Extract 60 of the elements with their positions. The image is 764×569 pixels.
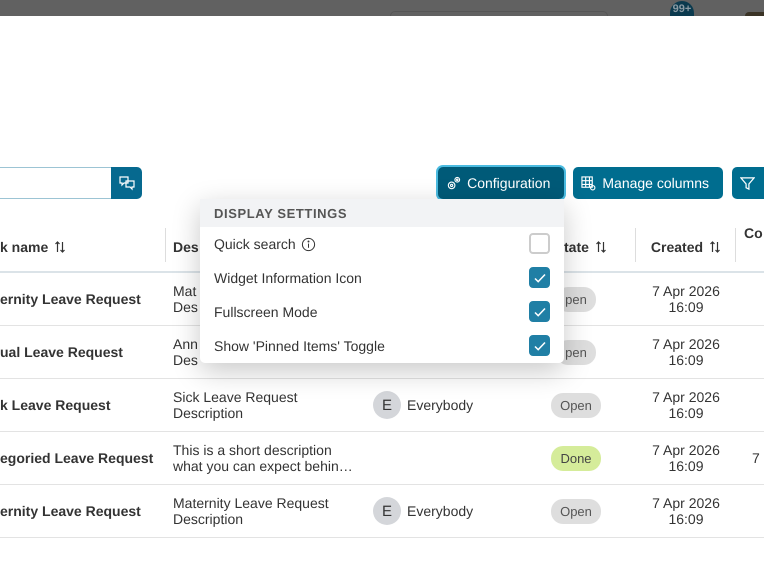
table-gear-icon: [581, 176, 596, 190]
state-badge: Open: [551, 392, 601, 418]
created-date: 7 Apr 2026: [652, 283, 720, 299]
description-text: Description: [173, 511, 244, 527]
column-header[interactable]: k name: [0, 238, 66, 254]
setting-label: Fullscreen Mode: [214, 304, 318, 320]
configuration-button[interactable]: Configuration: [438, 167, 564, 199]
description-text: Mat: [173, 283, 196, 299]
description-text: Des: [173, 299, 198, 315]
state-badge: Open: [551, 498, 601, 524]
checkbox[interactable]: [529, 233, 550, 254]
checkbox[interactable]: [529, 301, 550, 322]
avatar: E: [373, 497, 401, 525]
column-header[interactable]: tate: [564, 238, 607, 254]
created-date: 16:09: [668, 405, 704, 421]
column-header[interactable]: Created: [650, 238, 722, 254]
checkbox[interactable]: [529, 267, 550, 288]
state-badge: Done: [551, 446, 601, 470]
created-date: 16:09: [668, 299, 704, 315]
avatar: E: [373, 391, 401, 419]
setting-label: Show 'Pinned Items' Toggle: [214, 338, 385, 354]
table-cell: 7: [752, 450, 760, 466]
sort-icon: [54, 240, 66, 252]
created-date: 7 Apr 2026: [652, 442, 720, 458]
checkbox[interactable]: [529, 335, 550, 356]
setting-label: Quick search: [214, 236, 296, 252]
column-header: Co: [744, 225, 763, 241]
menu-item[interactable]: Quick search: [200, 227, 564, 261]
created-date: 16:09: [668, 511, 704, 527]
description-text: Maternity Leave Request: [173, 495, 329, 511]
created-date: 7 Apr 2026: [652, 389, 720, 405]
info-icon: [300, 236, 316, 252]
menu-title: DISPLAY SETTINGS: [200, 199, 564, 227]
description-text: Des: [173, 352, 198, 368]
chat-icon: [118, 175, 134, 191]
responsible-name: Everybody: [407, 503, 474, 519]
description-text: Sick Leave Request: [173, 389, 298, 405]
search-button[interactable]: [111, 167, 142, 199]
description-text: This is a short description: [173, 442, 332, 458]
responsible-name: Everybody: [407, 397, 474, 413]
filter-icon: [740, 176, 755, 190]
created-date: 16:09: [668, 458, 704, 474]
created-date: 7 Apr 2026: [652, 495, 720, 511]
description-text: what you can expect behin…: [173, 458, 353, 474]
notification-badge: 99+: [670, 1, 694, 16]
gears-icon: [446, 176, 462, 190]
setting-label: Widget Information Icon: [214, 270, 362, 286]
task-name[interactable]: ernity Leave Request: [0, 291, 141, 307]
description-text: Description: [173, 405, 244, 421]
column-header: Des: [173, 238, 199, 254]
sort-icon: [594, 240, 607, 252]
created-date: 7 Apr 2026: [652, 336, 720, 352]
task-name[interactable]: egoried Leave Request: [0, 450, 154, 466]
task-name[interactable]: k Leave Request: [0, 397, 110, 413]
description-text: Ann: [173, 336, 198, 352]
sort-icon: [709, 240, 722, 252]
task-name[interactable]: ual Leave Request: [0, 344, 123, 360]
task-name[interactable]: ernity Leave Request: [0, 503, 141, 519]
manage-columns-button[interactable]: Manage columns: [573, 167, 723, 199]
created-date: 16:09: [668, 352, 704, 368]
